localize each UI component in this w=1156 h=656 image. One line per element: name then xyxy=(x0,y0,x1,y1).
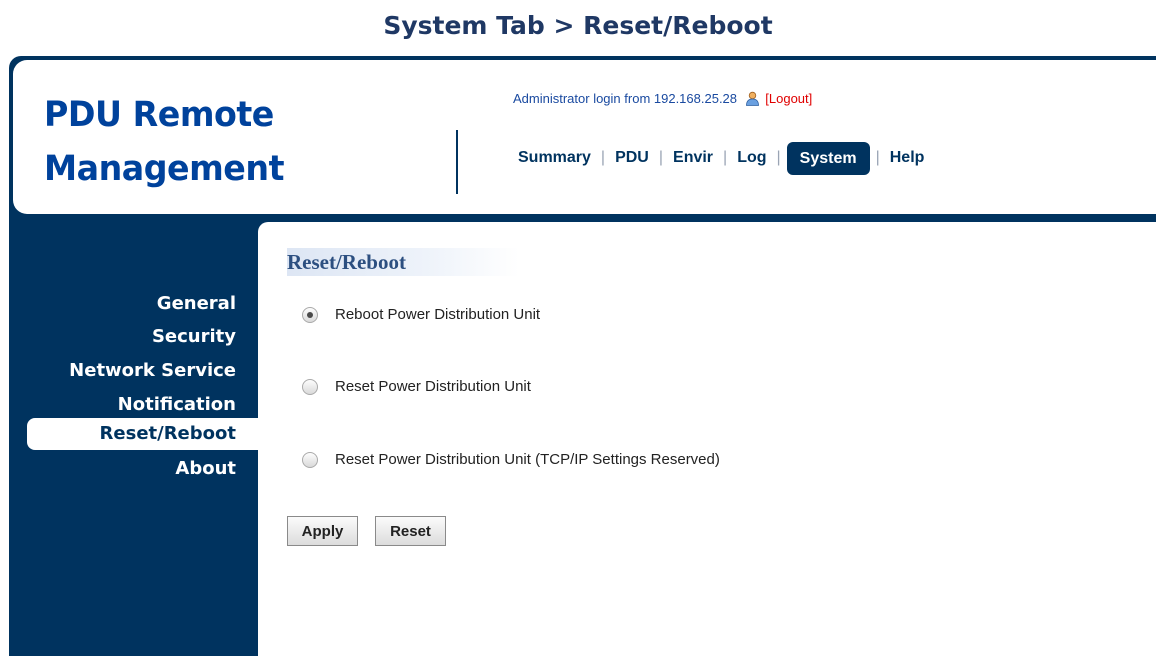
sidebar: General Security Network Service Notific… xyxy=(27,288,258,486)
tab-summary[interactable]: Summary xyxy=(518,149,591,167)
sidebar-item-notification[interactable]: Notification xyxy=(27,388,258,422)
sidebar-item-security[interactable]: Security xyxy=(27,320,258,354)
page-heading: System Tab > Reset/Reboot xyxy=(383,11,773,40)
reset-radio[interactable] xyxy=(302,378,318,395)
nav-separator: | xyxy=(600,149,606,166)
option-reset[interactable]: Reset Power Distribution Unit xyxy=(302,378,531,395)
logo: PDU Remote Management xyxy=(44,88,284,196)
nav-separator: | xyxy=(723,149,728,166)
reset-button[interactable]: Reset xyxy=(375,516,446,546)
tab-pdu[interactable]: PDU xyxy=(615,149,649,167)
section-title: Reset/Reboot xyxy=(287,248,519,276)
top-nav: Summary | PDU | Envir | Log | System | H… xyxy=(518,141,925,175)
tab-help[interactable]: Help xyxy=(890,149,925,167)
option-reset-keep-tcpip[interactable]: Reset Power Distribution Unit (TCP/IP Se… xyxy=(302,451,720,468)
nav-separator: | xyxy=(776,149,781,166)
apply-button[interactable]: Apply xyxy=(287,516,358,546)
option-reset-keep-tcpip-label: Reset Power Distribution Unit (TCP/IP Se… xyxy=(335,451,720,468)
option-reboot-label: Reboot Power Distribution Unit xyxy=(335,306,541,323)
logo-line-2: Management xyxy=(44,149,285,189)
reset-keep-tcpip-radio[interactable] xyxy=(302,451,318,468)
logo-line-1: PDU Remote xyxy=(44,95,274,135)
sidebar-item-general[interactable]: General xyxy=(27,288,258,320)
sidebar-item-network-service[interactable]: Network Service xyxy=(27,354,258,388)
user-icon xyxy=(745,91,760,106)
option-reboot[interactable]: Reboot Power Distribution Unit xyxy=(302,306,540,323)
sidebar-item-reset-reboot[interactable]: Reset/Reboot xyxy=(27,418,258,450)
tab-envir[interactable]: Envir xyxy=(673,149,713,167)
login-info: Administrator login from 192.168.25.28 [… xyxy=(513,91,812,106)
nav-separator: | xyxy=(875,149,880,166)
tab-system[interactable]: System xyxy=(786,141,870,175)
logout-link[interactable]: [Logout] xyxy=(765,91,812,106)
option-reset-label: Reset Power Distribution Unit xyxy=(335,378,531,395)
tab-log[interactable]: Log xyxy=(737,149,766,167)
login-text: Administrator login from 192.168.25.28 xyxy=(513,91,738,106)
nav-separator: | xyxy=(658,149,664,166)
sidebar-item-about[interactable]: About xyxy=(27,452,258,486)
header-divider xyxy=(456,130,458,194)
reboot-radio[interactable] xyxy=(302,306,318,323)
main-content xyxy=(258,222,1156,656)
